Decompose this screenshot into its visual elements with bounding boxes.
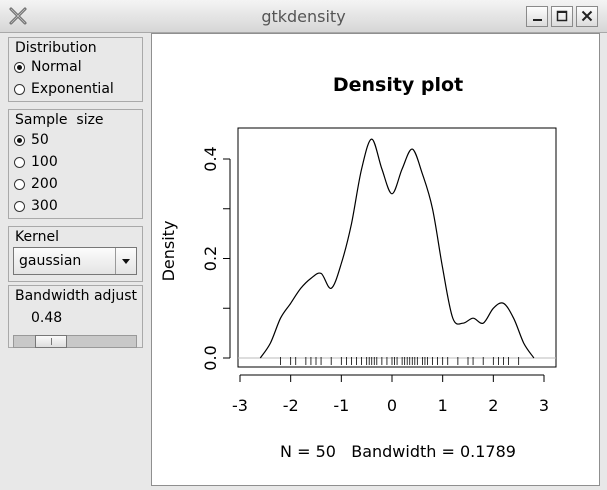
y-axis-label: Density	[159, 221, 178, 282]
radio-exponential-indicator[interactable]	[14, 83, 25, 95]
radio-normal-indicator[interactable]	[14, 61, 25, 73]
title-bar[interactable]: gtkdensity	[0, 0, 607, 33]
kernel-frame: Kernel gaussian	[8, 226, 143, 282]
distribution-label: Distribution	[14, 40, 98, 56]
close-button[interactable]	[576, 6, 598, 27]
radio-100-label: 100	[31, 154, 58, 170]
radio-exponential[interactable]: Exponential	[14, 79, 114, 99]
plot-frame	[237, 127, 557, 368]
bandwidth-slider[interactable]	[13, 335, 137, 348]
radio-50[interactable]: 50	[14, 130, 49, 150]
close-icon	[581, 10, 593, 22]
radio-normal[interactable]: Normal	[14, 57, 82, 77]
x-tick-label: -1	[333, 396, 349, 415]
plot-area: Density plot Density N = 50 Bandwidth = …	[151, 33, 600, 486]
sample-size-frame: Sample size 50 100 200 300	[8, 109, 143, 219]
radio-200-indicator[interactable]	[14, 178, 25, 190]
radio-normal-label: Normal	[31, 59, 82, 75]
radio-exponential-label: Exponential	[31, 81, 114, 97]
plot-layer: -3 -2 -1 0 1 2 3 0.0 0.2 0.4	[201, 127, 557, 415]
bandwidth-value: 0.48	[31, 310, 63, 326]
radio-50-indicator[interactable]	[14, 134, 25, 146]
y-tick-label: 0.4	[201, 146, 220, 171]
chart-title: Density plot	[333, 74, 463, 96]
radio-200-label: 200	[31, 176, 58, 192]
kernel-value: gaussian	[19, 253, 82, 269]
x-tick-label: 2	[488, 396, 498, 415]
radio-50-label: 50	[31, 132, 49, 148]
slider-thumb[interactable]	[35, 335, 67, 348]
x-tick-label: 1	[438, 396, 448, 415]
y-tick-label: 0.2	[201, 246, 220, 271]
x-tick-label: -2	[283, 396, 299, 415]
density-chart: Density plot Density N = 50 Bandwidth = …	[159, 74, 557, 461]
minimize-button[interactable]	[526, 6, 548, 27]
minimize-icon	[533, 19, 542, 21]
bandwidth-label: Bandwidth adjust	[14, 288, 138, 304]
window-title: gtkdensity	[261, 7, 346, 26]
radio-300-label: 300	[31, 198, 58, 214]
radio-300-indicator[interactable]	[14, 200, 25, 212]
radio-100-indicator[interactable]	[14, 156, 25, 168]
dropdown-arrow-icon[interactable]	[115, 248, 136, 274]
x-axis-label: N = 50 Bandwidth = 0.1789	[280, 442, 516, 461]
radio-100[interactable]: 100	[14, 152, 58, 172]
y-tick-label: 0.0	[201, 345, 220, 370]
radio-300[interactable]: 300	[14, 196, 58, 216]
kernel-label: Kernel	[14, 229, 60, 245]
x-tick-label: 3	[539, 396, 549, 415]
sample-size-label: Sample size	[14, 112, 105, 128]
x-tick-label: 0	[387, 396, 397, 415]
density-curve	[259, 138, 535, 359]
kernel-dropdown[interactable]: gaussian	[13, 247, 137, 275]
maximize-button[interactable]	[551, 6, 573, 27]
distribution-frame: Distribution Normal Exponential	[8, 37, 143, 102]
bandwidth-frame: Bandwidth adjust 0.48	[8, 285, 143, 348]
radio-200[interactable]: 200	[14, 174, 58, 194]
x-tick-label: -3	[232, 396, 248, 415]
maximize-icon	[556, 10, 568, 22]
